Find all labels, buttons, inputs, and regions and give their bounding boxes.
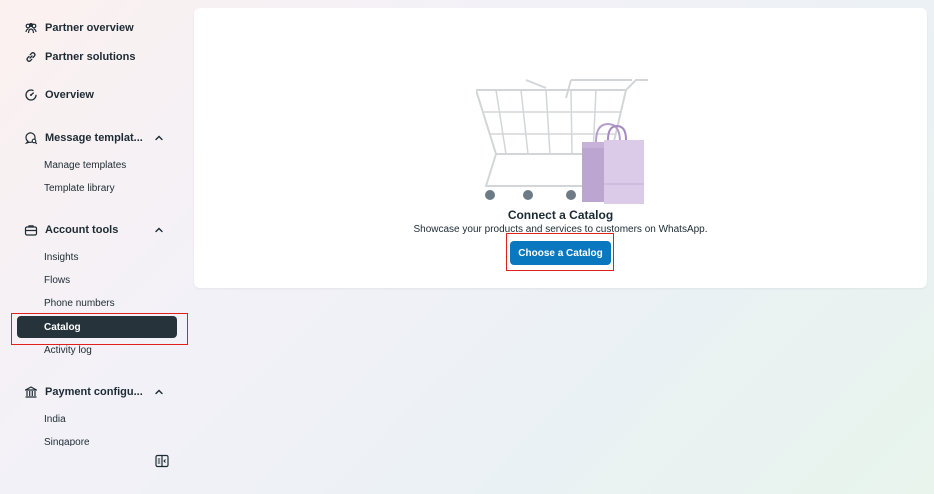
nav-catalog[interactable]: Catalog [17, 316, 177, 338]
nav-label: Account tools [45, 224, 119, 236]
nav-partner-solutions[interactable]: Partner solutions [24, 50, 135, 64]
card-title: Connect a Catalog [507, 208, 614, 222]
nav-phone-numbers[interactable]: Phone numbers [44, 298, 115, 309]
nav-manage-templates[interactable]: Manage templates [44, 160, 126, 171]
nav-singapore[interactable]: Singapore [44, 437, 90, 446]
nav-label: Message templat... [45, 132, 143, 144]
bank-icon [24, 385, 38, 399]
nav-label: Payment configu... [45, 386, 143, 398]
sidebar-collapse-icon[interactable] [154, 453, 170, 469]
sidebar: Partner overview Partner solutions Overv… [0, 0, 192, 494]
link-icon [24, 50, 38, 64]
gauge-icon [24, 88, 38, 102]
nav-flows[interactable]: Flows [44, 275, 70, 286]
nav-label: Partner overview [45, 22, 134, 34]
briefcase-icon [24, 223, 38, 237]
nav-account-tools[interactable]: Account tools [24, 223, 163, 237]
nav-label: Overview [45, 89, 94, 101]
catalog-empty-state-card: Connect a Catalog Showcase your products… [194, 8, 927, 288]
chat-search-icon [24, 131, 38, 145]
chevron-up-icon[interactable] [154, 133, 164, 143]
nav-label: Partner solutions [45, 51, 136, 63]
nav-message-templates[interactable]: Message templat... [24, 131, 163, 145]
nav-insights[interactable]: Insights [44, 252, 78, 263]
nav-payment-configuration[interactable]: Payment configu... [24, 385, 163, 399]
choose-catalog-button[interactable]: Choose a Catalog [510, 241, 611, 265]
people-icon [24, 21, 38, 35]
nav-partner-overview[interactable]: Partner overview [24, 21, 134, 35]
card-description: Showcase your products and services to c… [413, 224, 708, 235]
nav-activity-log[interactable]: Activity log [44, 345, 92, 356]
nav-template-library[interactable]: Template library [44, 183, 115, 194]
nav-india[interactable]: India [44, 414, 66, 425]
chevron-up-icon[interactable] [154, 387, 164, 397]
nav-overview[interactable]: Overview [24, 88, 94, 102]
shopping-cart-illustration [476, 79, 648, 204]
chevron-up-icon[interactable] [154, 225, 164, 235]
